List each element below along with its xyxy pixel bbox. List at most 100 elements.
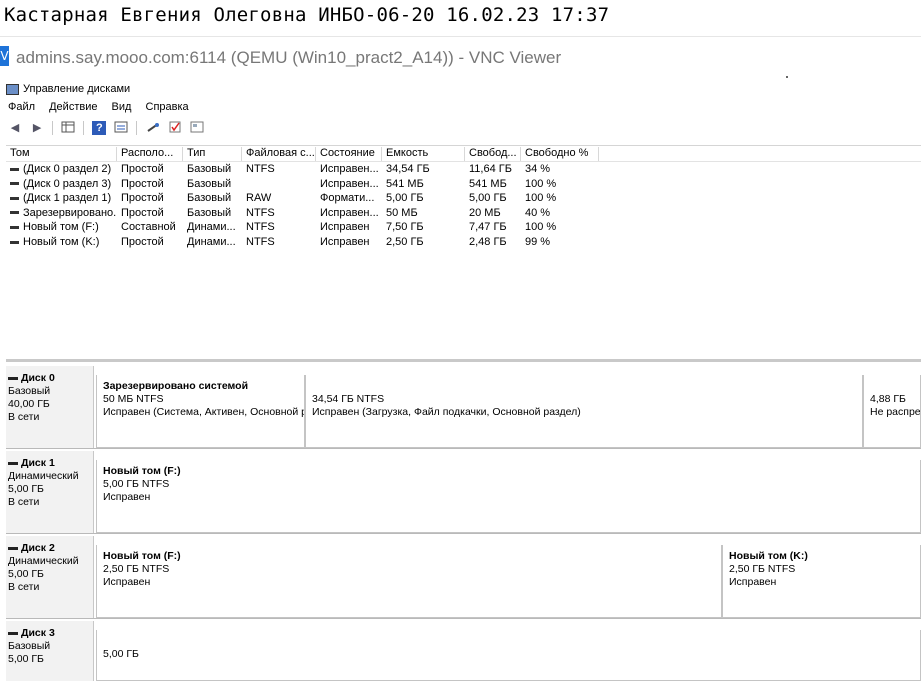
forward-icon[interactable]: ▶: [30, 121, 44, 135]
toolbar-separator: [136, 121, 138, 135]
table-cell: Исправен...: [320, 163, 379, 175]
table-cell: Простой: [121, 177, 164, 190]
disk-icon: [8, 376, 18, 380]
col-free[interactable]: Свобод...: [465, 147, 521, 161]
console-tree-icon[interactable]: [61, 121, 75, 135]
partition-status: Исправен: [729, 576, 777, 588]
table-cell: Динами...: [187, 236, 236, 248]
table-cell: Исправен: [320, 236, 370, 248]
volume-icon: [10, 167, 19, 171]
table-cell: 99 %: [525, 236, 551, 248]
table-cell: 541 МБ: [386, 177, 424, 190]
disk-icon: [8, 546, 18, 550]
table-cell: Простой: [121, 192, 164, 205]
disk-separator: [6, 533, 921, 534]
disk-type: Базовый: [8, 640, 51, 652]
disk-name: Диск 3: [21, 627, 55, 639]
volume-icon: [10, 240, 19, 244]
cell-volume: Новый том (F:): [23, 221, 99, 234]
menu-file[interactable]: Файл: [8, 101, 35, 113]
menu-bar: Файл Действие Вид Справка: [8, 101, 200, 117]
partition-title: Новый том (F:): [103, 465, 181, 477]
vnc-window-title: admins.say.mooo.com:6114 (QEMU (Win10_pr…: [16, 48, 562, 67]
volume-icon: [10, 225, 19, 229]
partition-size: 4,88 ГБ: [870, 393, 906, 405]
table-cell: NTFS: [246, 221, 275, 234]
col-type[interactable]: Тип: [183, 147, 242, 161]
view-icon[interactable]: [190, 121, 204, 135]
partition-title: [870, 380, 920, 393]
partition-status: Исправен: [103, 491, 151, 503]
table-cell: RAW: [246, 192, 272, 205]
partition-block[interactable]: 5,00 ГБ: [96, 630, 921, 681]
partition-title: Новый том (F:): [103, 550, 181, 562]
partition-block[interactable]: 34,54 ГБ NTFS Исправен (Загрузка, Файл по…: [305, 375, 863, 448]
menu-action[interactable]: Действие: [49, 101, 97, 113]
check-icon[interactable]: [168, 121, 182, 135]
partition-block[interactable]: Новый том (F:) 5,00 ГБ NTFS Исправен: [96, 460, 921, 533]
partition-block[interactable]: Новый том (K:) 2,50 ГБ NTFS Исправен: [722, 545, 921, 618]
disk-status: В сети: [8, 411, 40, 423]
connect-icon[interactable]: [146, 121, 160, 135]
disk-label[interactable]: Диск 1 Динамический 5,00 ГБ В сети: [6, 451, 94, 533]
table-row[interactable]: Новый том (F:) Составной Динами... NTFS Испр…: [6, 221, 606, 236]
disk-separator: [6, 618, 921, 619]
table-cell: Исправен...: [320, 177, 379, 190]
help-icon[interactable]: ?: [92, 121, 107, 135]
app-titlebar[interactable]: Управление дисками: [6, 83, 130, 99]
disk-label[interactable]: Диск 0 Базовый 40,00 ГБ В сети: [6, 366, 94, 448]
cell-volume: (Диск 0 раздел 2): [23, 163, 112, 175]
menu-view[interactable]: Вид: [112, 101, 132, 113]
col-status[interactable]: Состояние: [316, 147, 382, 161]
vnc-toolbar-dot: [786, 76, 788, 78]
cell-volume: Зарезервировано...: [23, 206, 117, 219]
partition-title: [312, 380, 862, 393]
partition-status: Исправен (Загрузка, Файл подкачки, Основ…: [312, 406, 581, 418]
disk-size: 5,00 ГБ: [8, 568, 44, 580]
disk-name: Диск 2: [21, 542, 55, 554]
col-volume[interactable]: Том: [6, 147, 117, 161]
table-cell: Простой: [121, 236, 164, 248]
table-cell: Базовый: [187, 192, 232, 205]
disk-type: Динамический: [8, 555, 79, 567]
table-cell: Новый том (F:): [6, 221, 117, 233]
partition-block[interactable]: 4,88 ГБНе распределена: [863, 375, 921, 448]
disk-size: 40,00 ГБ: [8, 398, 50, 410]
table-cell: 34,54 ГБ: [386, 163, 430, 175]
table-row[interactable]: Новый том (K:) Простой Динами... NTFS Исправ…: [6, 236, 606, 251]
disk-type: Динамический: [8, 470, 79, 482]
disk-management-window: Управление дисками Файл Действие Вид Спр…: [0, 79, 921, 681]
col-layout[interactable]: Располо...: [117, 147, 183, 161]
table-cell: 40 %: [525, 206, 551, 219]
volume-icon: [10, 211, 19, 215]
disk-size: 5,00 ГБ: [8, 483, 44, 495]
col-free-percent[interactable]: Свободно %: [521, 147, 599, 161]
table-cell: Простой: [121, 163, 164, 175]
table-cell: 2,50 ГБ: [386, 236, 424, 248]
table-cell: 2,48 ГБ: [469, 236, 507, 248]
partition-size: 2,50 ГБ NTFS: [729, 563, 796, 575]
table-cell: Базовый: [187, 177, 232, 190]
table-row[interactable]: (Диск 1 раздел 1) Простой Базовый RAW Формат…: [6, 192, 606, 207]
col-filesystem[interactable]: Файловая с...: [242, 147, 316, 161]
table-row[interactable]: (Диск 0 раздел 3) Простой Базовый Исправен.…: [6, 178, 606, 193]
partition-size: 2,50 ГБ NTFS: [103, 563, 170, 575]
table-cell: 5,00 ГБ: [469, 192, 507, 205]
disk-label[interactable]: Диск 2 Динамический 5,00 ГБ В сети: [6, 536, 94, 618]
properties-icon[interactable]: [114, 121, 128, 135]
table-cell: NTFS: [246, 236, 275, 248]
disk-label[interactable]: Диск 3 Базовый 5,00 ГБ: [6, 621, 94, 681]
table-cell: 100 %: [525, 177, 557, 190]
partition-status: Не распределена: [870, 406, 921, 418]
col-capacity[interactable]: Емкость: [382, 147, 465, 161]
partition-block[interactable]: Зарезервировано системой 50 МБ NTFS Исправ…: [96, 375, 305, 448]
table-cell: Базовый: [187, 163, 232, 175]
table-row[interactable]: Зарезервировано... Простой Базовый NTFS Испр…: [6, 207, 606, 222]
volume-list: Том Располо... Тип Файловая с... Состоян…: [6, 145, 921, 360]
menu-help[interactable]: Справка: [146, 101, 189, 113]
table-row[interactable]: (Диск 0 раздел 2) Простой Базовый NTFS Испра…: [6, 163, 606, 178]
partition-block[interactable]: Новый том (F:) 2,50 ГБ NTFS Исправен: [96, 545, 722, 618]
disk-size: 5,00 ГБ: [8, 653, 44, 665]
back-icon[interactable]: ◀: [8, 121, 22, 135]
table-cell: (Диск 1 раздел 1): [6, 192, 117, 204]
